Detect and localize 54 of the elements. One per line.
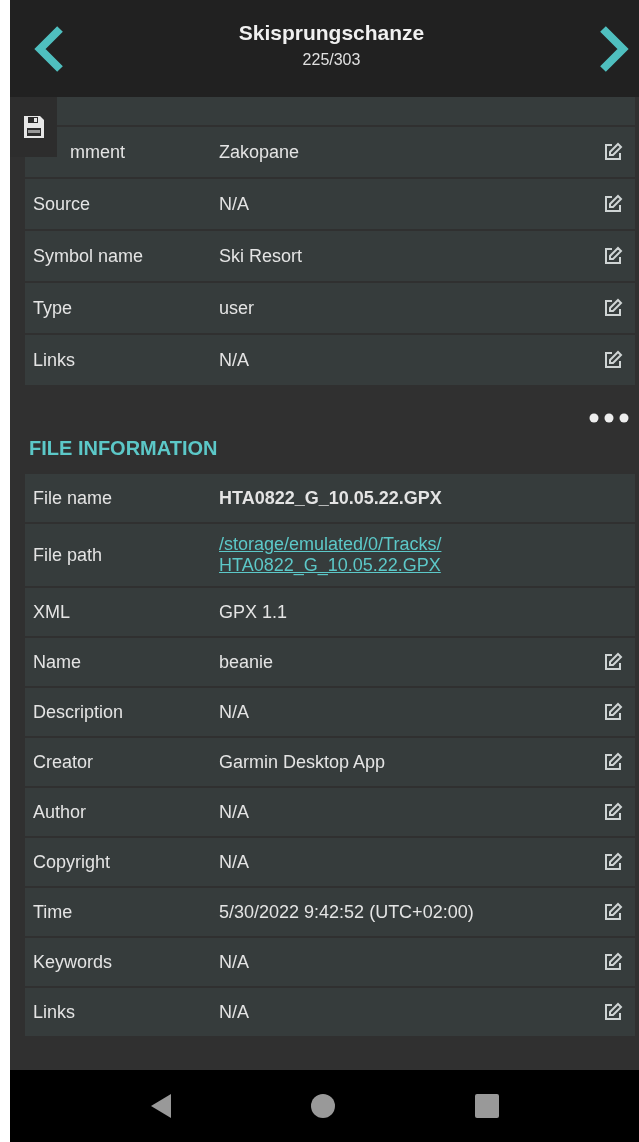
field-label: Copyright (32, 851, 112, 873)
value-text: N/A (219, 1001, 250, 1023)
edit-icon[interactable] (603, 350, 623, 370)
edit-icon[interactable] (603, 246, 623, 266)
back-chevron-icon[interactable] (32, 23, 66, 74)
edit-icon[interactable] (603, 852, 623, 872)
value-text: N/A (219, 701, 250, 723)
field-label: Time (32, 901, 74, 923)
edit-icon[interactable] (603, 194, 623, 214)
edit-icon[interactable] (603, 752, 623, 772)
value-text: N/A (219, 851, 250, 873)
edit-icon[interactable] (603, 902, 623, 922)
field-label: Name (32, 651, 82, 673)
more-icon[interactable] (589, 413, 629, 423)
field-label: Description (32, 701, 125, 723)
section-title: FILE INFORMATION (28, 436, 219, 461)
recents-icon[interactable] (475, 1094, 500, 1118)
field-label: Symbol name (32, 245, 145, 267)
field-label: Links (32, 349, 77, 371)
forward-chevron-icon[interactable] (597, 23, 631, 74)
field-label: Creator (32, 751, 95, 773)
edit-icon[interactable] (603, 702, 623, 722)
file-path-link[interactable]: /storage/emulated/0/Tracks/ HTA0822_G_10.05.22.GPX (219, 534, 595, 576)
field-label: XML (32, 601, 71, 623)
back-icon[interactable] (149, 1093, 172, 1119)
value-text: N/A (219, 349, 250, 371)
edit-icon[interactable] (603, 652, 623, 672)
edit-icon[interactable] (603, 802, 623, 822)
value-text: N/A (219, 801, 250, 823)
value-text: N/A (219, 951, 250, 973)
value-text: N/A (219, 193, 250, 215)
field-label: File path (32, 544, 104, 566)
field-label: File name (32, 487, 114, 509)
value-text: HTA0822_G_10.05.22.GPX (219, 487, 443, 509)
value-text: user (219, 297, 255, 319)
field-label: Type (32, 297, 74, 319)
edit-icon[interactable] (603, 1002, 623, 1022)
value-text: 5/30/2022 9:42:52 (UTC+02:00) (219, 901, 475, 923)
value-text: GPX 1.1 (219, 601, 289, 623)
page-title: Skisprungschanze (238, 20, 425, 45)
home-icon[interactable] (311, 1094, 336, 1118)
field-label: Links (32, 1001, 77, 1023)
value-text: Zakopane (219, 141, 301, 163)
field-label: Author (32, 801, 88, 823)
value-text: Garmin Desktop App (219, 751, 387, 773)
item-counter: 225/303 (302, 50, 361, 69)
edit-icon[interactable] (603, 952, 623, 972)
field-label: Keywords (32, 951, 114, 973)
edit-icon[interactable] (603, 142, 623, 162)
field-label: mment (69, 141, 126, 163)
value-text: beanie (219, 651, 275, 673)
edit-icon[interactable] (603, 298, 623, 318)
field-label: Source (32, 193, 92, 215)
value-text: Ski Resort (219, 245, 304, 267)
